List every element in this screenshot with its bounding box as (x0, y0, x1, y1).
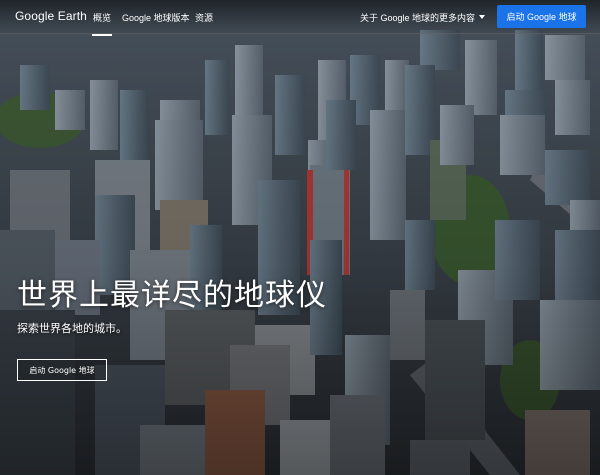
google-earth-logo[interactable]: Google Earth (15, 9, 87, 23)
hero-subheadline: 探索世界各地的城市。 (17, 322, 127, 335)
caret-down-icon[interactable] (479, 15, 485, 19)
nav-overview[interactable]: 概览 (91, 11, 113, 36)
launch-earth-button[interactable]: 启动 Google 地球 (497, 5, 586, 28)
nav-resources[interactable]: 资源 (195, 11, 213, 24)
top-nav: Google Earth 概览 Google 地球版本 资源 关于 Google… (0, 0, 600, 36)
nav-more-menu[interactable]: 关于 Google 地球的更多内容 (360, 11, 475, 24)
hero-background (0, 0, 600, 475)
hero-launch-button[interactable]: 启动 Google 地球 (17, 359, 107, 381)
city-aerial-image (0, 0, 600, 475)
nav-versions[interactable]: Google 地球版本 (122, 11, 190, 24)
hero-headline: 世界上最详尽的地球仪 (17, 278, 327, 313)
